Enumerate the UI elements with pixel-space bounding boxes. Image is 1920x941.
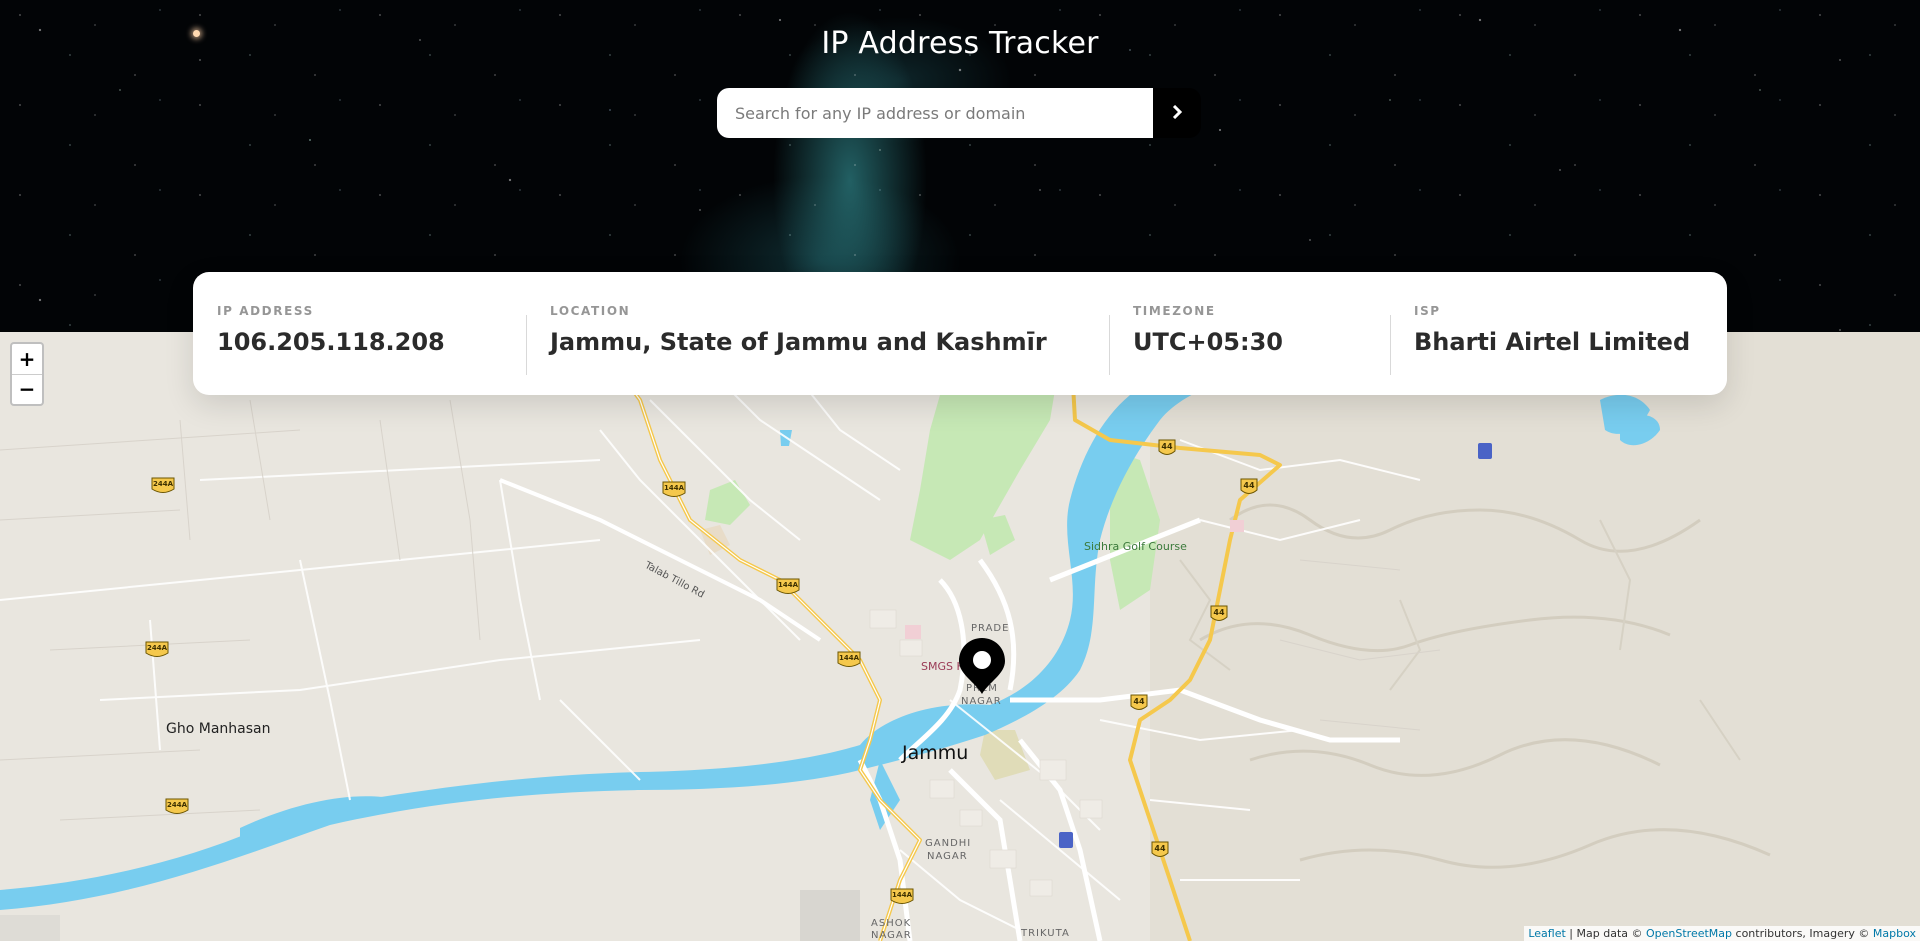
location-value: Jammu, State of Jammu and Kashmīr [550,328,1047,356]
zoom-in-button[interactable]: + [12,344,42,374]
chevron-right-icon [1172,104,1183,122]
isp-stat: ISP Bharti Airtel Limited [1390,272,1727,395]
search-form [717,88,1201,138]
place-label-nagar: NAGAR [927,851,968,862]
search-input[interactable] [717,88,1153,138]
place-label-golf-course: Sidhra Golf Course [1084,540,1187,553]
isp-value: Bharti Airtel Limited [1414,328,1691,356]
map-attribution: Leaflet | Map data © OpenStreetMap contr… [1524,926,1920,941]
location-stat: Location Jammu, State of Jammu and Kashm… [526,272,1109,395]
map-zoom-control: + − [10,342,44,406]
timezone-stat: Timezone UTC+05:30 [1109,272,1390,395]
location-label: Location [550,304,631,318]
ip-address-value: 106.205.118.208 [217,328,445,356]
isp-label: ISP [1414,304,1441,318]
mapbox-link[interactable]: Mapbox [1873,927,1916,940]
attribution-text: contributors, Imagery © [1732,927,1873,940]
timezone-label: Timezone [1133,304,1216,318]
search-submit-button[interactable] [1153,88,1201,138]
ip-info-card: IP Address 106.205.118.208 Location Jamm… [193,272,1727,395]
place-label-jammu: Jammu [902,742,969,764]
place-label-trikuta: TRIKUTA [1021,928,1070,939]
openstreetmap-link[interactable]: OpenStreetMap [1646,927,1732,940]
place-label-gho-manhasan: Gho Manhasan [166,721,271,737]
zoom-out-button[interactable]: − [12,373,42,405]
map-tiles[interactable] [0,332,1920,941]
place-label-nagar: NAGAR [961,696,1002,707]
timezone-value: UTC+05:30 [1133,328,1283,356]
place-label-gandhi: GANDHI [925,838,972,849]
page-title: IP Address Tracker [821,26,1099,61]
leaflet-link[interactable]: Leaflet [1528,927,1565,940]
attribution-text: | Map data © [1565,927,1646,940]
place-label-nagar: NAGAR [871,930,912,941]
ip-address-stat: IP Address 106.205.118.208 [193,272,526,395]
place-label-prade: PRADE [971,623,1010,634]
ip-address-label: IP Address [217,304,314,318]
place-label-ashok: ASHOK [871,918,912,929]
map-container[interactable]: 244A 244A 244A 144A 144A 144A 144A 44 44… [0,332,1920,941]
